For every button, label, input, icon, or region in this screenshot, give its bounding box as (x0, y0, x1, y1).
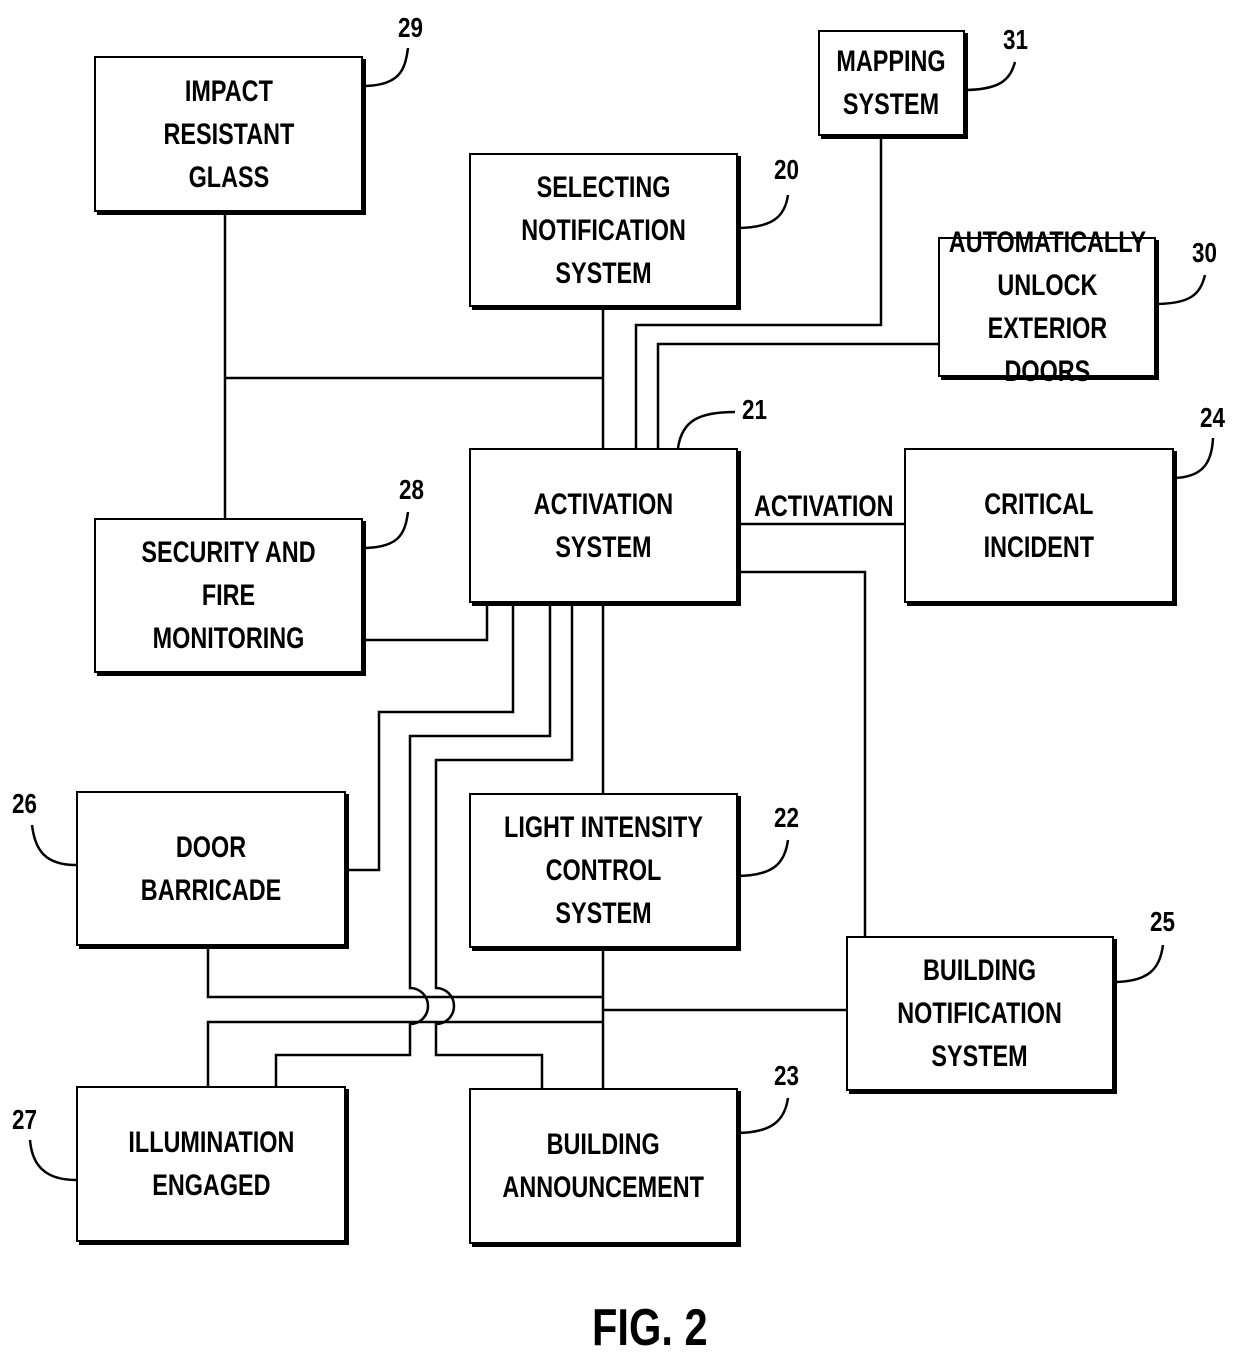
block-activation-system: ACTIVATION SYSTEM (469, 448, 738, 603)
ref-leader-24 (1171, 437, 1215, 480)
block-door-barricade: DOOR BARRICADE (76, 791, 346, 946)
block-building-notification-system: BUILDING NOTIFICATION SYSTEM (846, 936, 1114, 1091)
ref-leader-27 (28, 1139, 77, 1182)
block-label: BUILDING NOTIFICATION SYSTEM (897, 954, 1063, 1073)
ref-number-29: 29 (398, 12, 423, 43)
block-building-announcement: BUILDING ANNOUNCEMENT (469, 1088, 738, 1244)
connector-activation-security (362, 602, 489, 642)
block-label: CRITICAL INCIDENT (983, 487, 1095, 564)
block-critical-incident: CRITICAL INCIDENT (904, 448, 1174, 603)
connector-activation-building-notification (736, 570, 867, 936)
ref-leader-26 (30, 824, 77, 867)
block-label: MAPPING SYSTEM (836, 45, 947, 121)
ref-number-25: 25 (1150, 906, 1175, 937)
ref-leader-23 (735, 1097, 790, 1135)
ref-number-24: 24 (1200, 402, 1225, 433)
ref-number-26: 26 (12, 788, 37, 819)
connector-unlock-activation (656, 342, 938, 448)
ref-number-30: 30 (1192, 237, 1217, 268)
ref-number-21: 21 (742, 394, 767, 425)
ref-leader-22 (735, 839, 790, 878)
block-illumination-engaged: ILLUMINATION ENGAGED (76, 1086, 346, 1242)
block-label: AUTOMATICALLY UNLOCK EXTERIOR DOORS (948, 226, 1146, 388)
ref-number-22: 22 (774, 802, 799, 833)
block-light-intensity-control-system: LIGHT INTENSITY CONTROL SYSTEM (469, 793, 738, 948)
connector-door-bus (206, 944, 603, 999)
activation-edge-label: ACTIVATION (754, 490, 894, 523)
block-label: LIGHT INTENSITY CONTROL SYSTEM (504, 811, 703, 930)
ref-leader-28 (361, 511, 410, 550)
block-impact-resistant-glass: IMPACT RESISTANT GLASS (94, 56, 363, 212)
ref-number-27: 27 (12, 1104, 37, 1135)
block-label: BUILDING ANNOUNCEMENT (502, 1128, 705, 1204)
block-label: SECURITY AND FIRE MONITORING (141, 536, 316, 655)
block-label: DOOR BARRICADE (140, 830, 282, 907)
ref-leader-31 (962, 61, 1017, 92)
ref-leader-29 (361, 47, 410, 88)
block-security-and-fire-monitoring: SECURITY AND FIRE MONITORING (94, 518, 363, 673)
block-label: SELECTING NOTIFICATION SYSTEM (521, 170, 686, 290)
ref-number-31: 31 (1003, 24, 1028, 55)
figure-label: FIG. 2 (592, 1299, 708, 1357)
ref-leader-21 (676, 410, 736, 449)
ref-leader-30 (1153, 274, 1207, 306)
ref-number-20: 20 (774, 154, 799, 185)
ref-leader-20 (735, 194, 790, 230)
block-label: IMPACT RESISTANT GLASS (163, 74, 294, 194)
ref-number-23: 23 (774, 1060, 799, 1091)
block-mapping-system: MAPPING SYSTEM (818, 30, 965, 136)
block-automatically-unlock-exterior-doors: AUTOMATICALLY UNLOCK EXTERIOR DOORS (938, 226, 1156, 388)
block-selecting-notification-system: SELECTING NOTIFICATION SYSTEM (469, 153, 738, 307)
ref-leader-25 (1111, 944, 1165, 984)
block-label: ACTIVATION SYSTEM (533, 487, 674, 564)
ref-number-28: 28 (399, 474, 424, 505)
block-label: ILLUMINATION ENGAGED (128, 1126, 294, 1202)
